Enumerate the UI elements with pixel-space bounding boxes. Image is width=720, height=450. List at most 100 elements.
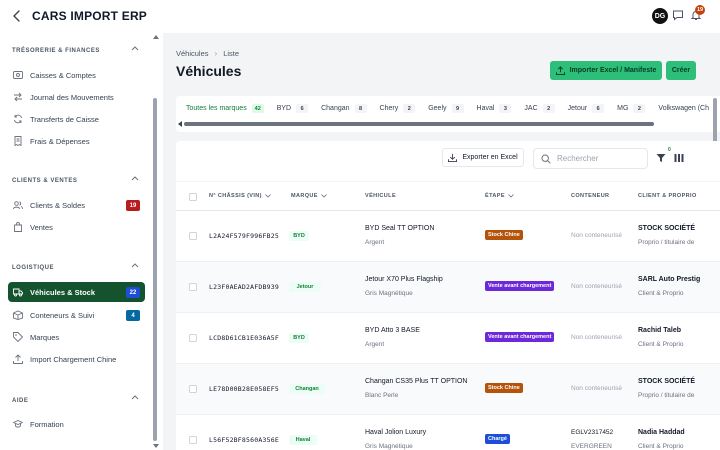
vin-cell: L23F0AEAD2AFDB939 [209, 283, 279, 291]
scroll-up-arrow-icon[interactable] [153, 35, 159, 39]
column-header-marque[interactable]: MARQUE [291, 193, 327, 199]
brand-tab-label: MG [617, 105, 629, 112]
sidebar-item-label: Clients & Soldes [30, 200, 86, 210]
section-title-logistique: LOGISTIQUE [12, 265, 55, 271]
brand-tab[interactable]: Changan 8 [321, 104, 367, 113]
column-header-vin[interactable]: N° CHÂSSIS (VIN) [209, 193, 271, 199]
brand-tab[interactable]: Geely 9 [428, 104, 464, 113]
brand-pill: BYD [289, 231, 309, 241]
truck-icon [13, 288, 23, 297]
filter-icon[interactable] [656, 153, 666, 163]
page-title: Véhicules [176, 63, 242, 79]
select-all-checkbox[interactable] [189, 193, 197, 201]
chevron-up-icon[interactable] [131, 175, 139, 181]
search-input[interactable] [557, 154, 642, 163]
breadcrumb-vehicules[interactable]: Véhicules [176, 49, 209, 58]
tag-icon [13, 332, 23, 342]
brand-tab-label: Haval [476, 105, 495, 112]
table-row[interactable]: L23F0AEAD2AFDB939 Jetour Jetour X70 Plus F… [176, 262, 720, 313]
client-name: STOCK SOCIÉTÉ [638, 378, 696, 385]
breadcrumb: Véhicules › Liste [176, 49, 239, 58]
brand-tab[interactable]: Chery 2 [380, 104, 416, 113]
sidebar-item-formation[interactable]: Formation [8, 414, 145, 434]
table-header: N° CHÂSSIS (VIN) MARQUE VÉHICULE ÉTAPE C… [176, 181, 720, 211]
columns-icon[interactable] [674, 153, 684, 163]
sidebar-item-conteneurs[interactable]: Conteneurs & Suivi 4 [8, 305, 145, 325]
brand-tab-count: 3 [499, 104, 512, 113]
row-checkbox[interactable] [189, 385, 197, 393]
brand-tab[interactable]: Toutes les marques 42 [186, 104, 264, 113]
sidebar-item-ventes[interactable]: Ventes [8, 217, 145, 237]
brand-tab[interactable]: Jetour 6 [568, 104, 605, 113]
vehicle-name: BYD Atto 3 BASE [365, 327, 420, 334]
column-header-etape[interactable]: ÉTAPE [485, 193, 514, 199]
chevron-right-icon: › [214, 49, 218, 58]
column-header-client[interactable]: CLIENT & PROPRIO [638, 193, 697, 199]
column-header-vehicule[interactable]: VÉHICULE [365, 193, 396, 199]
row-checkbox[interactable] [189, 334, 197, 342]
stage-badge: Vente avant chargement [485, 332, 555, 342]
sidebar-item-import-chine[interactable]: Import Chargement Chine [8, 349, 145, 369]
chevron-down-icon [321, 194, 327, 198]
export-excel-button[interactable]: Exporter en Excel [442, 148, 524, 167]
import-excel-button[interactable]: Importer Excel / Manifeste [550, 61, 662, 80]
scroll-down-arrow-icon[interactable] [153, 444, 159, 448]
vehicle-color: Argent [365, 239, 385, 246]
sidebar-item-label: Caisses & Comptes [30, 70, 96, 80]
sidebar-item-vehicules[interactable]: Véhicules & Stock 22 [8, 282, 145, 302]
brand-tab[interactable]: JAC 2 [524, 104, 555, 113]
tabs-scroll-thumb[interactable] [184, 122, 654, 126]
sidebar-item-journal[interactable]: Journal des Mouvements [8, 87, 145, 107]
brand-tab-label: Volkswagen (Ch [658, 105, 709, 112]
section-title-clients: CLIENTS & VENTES [12, 178, 78, 184]
sidebar-item-transferts[interactable]: Transferts de Caisse [8, 109, 145, 129]
brand-tab[interactable]: MG 2 [617, 104, 646, 113]
chevron-down-icon [265, 194, 271, 198]
chevron-up-icon[interactable] [131, 394, 139, 400]
column-header-conteneur[interactable]: CONTENEUR [571, 193, 609, 199]
client-name: Nadia Haddad [638, 429, 685, 436]
sidebar-item-clients[interactable]: Clients & Soldes 19 [8, 195, 145, 215]
row-checkbox[interactable] [189, 232, 197, 240]
brand-tab[interactable]: Volkswagen (Ch [658, 105, 709, 112]
top-bar: CARS IMPORT ERP DG 19 [0, 0, 720, 33]
client-role: Proprio / titulaire de [638, 392, 695, 399]
table-row[interactable]: LCD8D61CB1E036A5F BYD BYD Atto 3 BASE Argen… [176, 313, 720, 364]
chevron-up-icon[interactable] [131, 45, 139, 51]
transfer-arrows-icon [14, 92, 22, 102]
download-icon [448, 153, 458, 162]
import-button-label: Importer Excel / Manifeste [569, 67, 657, 74]
sidebar-item-caisses[interactable]: Caisses & Comptes [8, 65, 145, 85]
brand-tab-count: 9 [451, 104, 464, 113]
create-button[interactable]: Créer [666, 61, 696, 80]
client-role: Client & Proprio [638, 443, 684, 450]
sidebar-item-label: Marques [30, 332, 60, 342]
vehicle-name: Changan CS35 Plus TT OPTION [365, 378, 468, 385]
chevron-up-icon[interactable] [131, 262, 139, 268]
sidebar-scroll-thumb[interactable] [153, 98, 157, 441]
container-number[interactable]: EGLV2317452 [571, 429, 613, 436]
table-row[interactable]: LE78D00B28E058EF5 Changan Changan CS35 Plu… [176, 364, 720, 415]
row-checkbox[interactable] [189, 283, 197, 291]
sidebar-item-frais[interactable]: Frais & Dépenses [8, 131, 145, 151]
upload-icon [555, 66, 565, 75]
chat-icon[interactable] [672, 9, 684, 21]
sidebar-item-label: Frais & Dépenses [30, 136, 90, 146]
search-icon [541, 153, 551, 164]
table-row[interactable]: L56F52BF8560A356E Haval Haval Jolion Luxur… [176, 415, 720, 450]
scroll-left-arrow-icon[interactable] [178, 121, 182, 127]
section-title-finances: TRÉSORERIE & FINANCES [12, 48, 100, 54]
row-checkbox[interactable] [189, 436, 197, 444]
table-row[interactable]: L2A24F579F996FB25 BYD BYD Seal TT OPTION Ar… [176, 211, 720, 262]
vehicle-name: Haval Jolion Luxury [365, 429, 427, 436]
back-arrow-icon[interactable] [10, 9, 24, 23]
stage-badge: Stock Chine [485, 230, 523, 240]
brand-tab[interactable]: BYD 6 [277, 104, 309, 113]
user-avatar[interactable]: DG [652, 8, 668, 24]
container-status: Non conteneurisé [571, 385, 622, 392]
sidebar-item-marques[interactable]: Marques [8, 327, 145, 347]
client-role: Proprio / titulaire de [638, 239, 695, 246]
brand-tab[interactable]: Haval 3 [477, 104, 512, 113]
brand-tab-label: Toutes les marques [186, 105, 247, 112]
vehicle-name: Jetour X70 Plus Flagship [365, 276, 443, 283]
